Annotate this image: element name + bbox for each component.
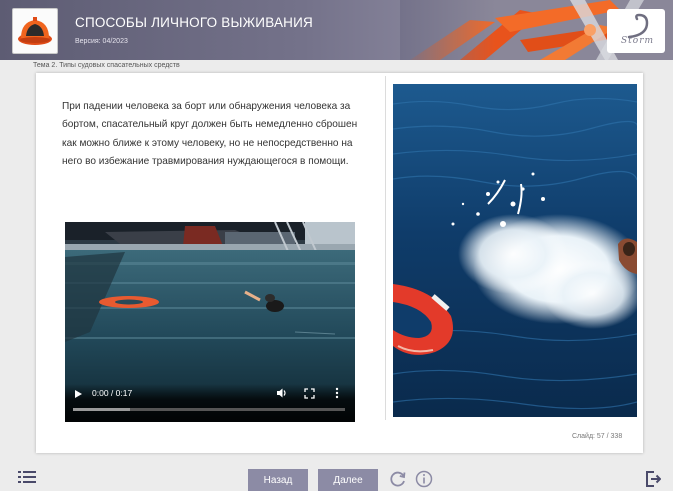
back-button[interactable]: Назад [248,469,308,491]
app-header: СПОСОБЫ ЛИЧНОГО ВЫЖИВАНИЯ Версия: 04/202… [0,0,673,60]
video-progress-bar[interactable] [73,408,345,411]
video-player[interactable]: 0:00 / 0:17 [65,222,355,422]
brand-text: Storm [621,36,655,46]
course-logo [12,8,58,54]
play-icon[interactable] [75,390,82,398]
photo-scene [393,84,637,417]
video-time: 0:00 / 0:17 [92,388,133,398]
course-version: Версия: 04/2023 [75,38,128,45]
course-title: СПОСОБЫ ЛИЧНОГО ВЫЖИВАНИЯ [75,15,313,30]
video-controls: 0:00 / 0:17 [65,384,355,422]
breadcrumb: Тема 2. Типы судовых спасательных средст… [33,62,180,69]
more-options-icon[interactable] [335,387,339,399]
volume-icon[interactable] [276,387,288,399]
next-button[interactable]: Далее [318,469,378,491]
fullscreen-icon[interactable] [304,388,315,399]
column-divider [385,76,386,420]
menu-list-icon[interactable] [18,470,36,484]
slide-body-text: При падении человека за борт или обнаруж… [62,101,358,168]
reload-icon[interactable] [389,470,407,488]
lifebuoy-in-water-photo [393,84,637,417]
exit-icon[interactable] [645,471,661,487]
info-icon[interactable] [415,470,433,488]
brand-logo: Storm [607,9,665,53]
liferaft-icon [18,17,52,45]
video-buffer-fill [73,408,131,411]
storm-logo-icon [627,13,649,39]
slide-counter: Слайд: 57 / 338 [572,433,623,440]
